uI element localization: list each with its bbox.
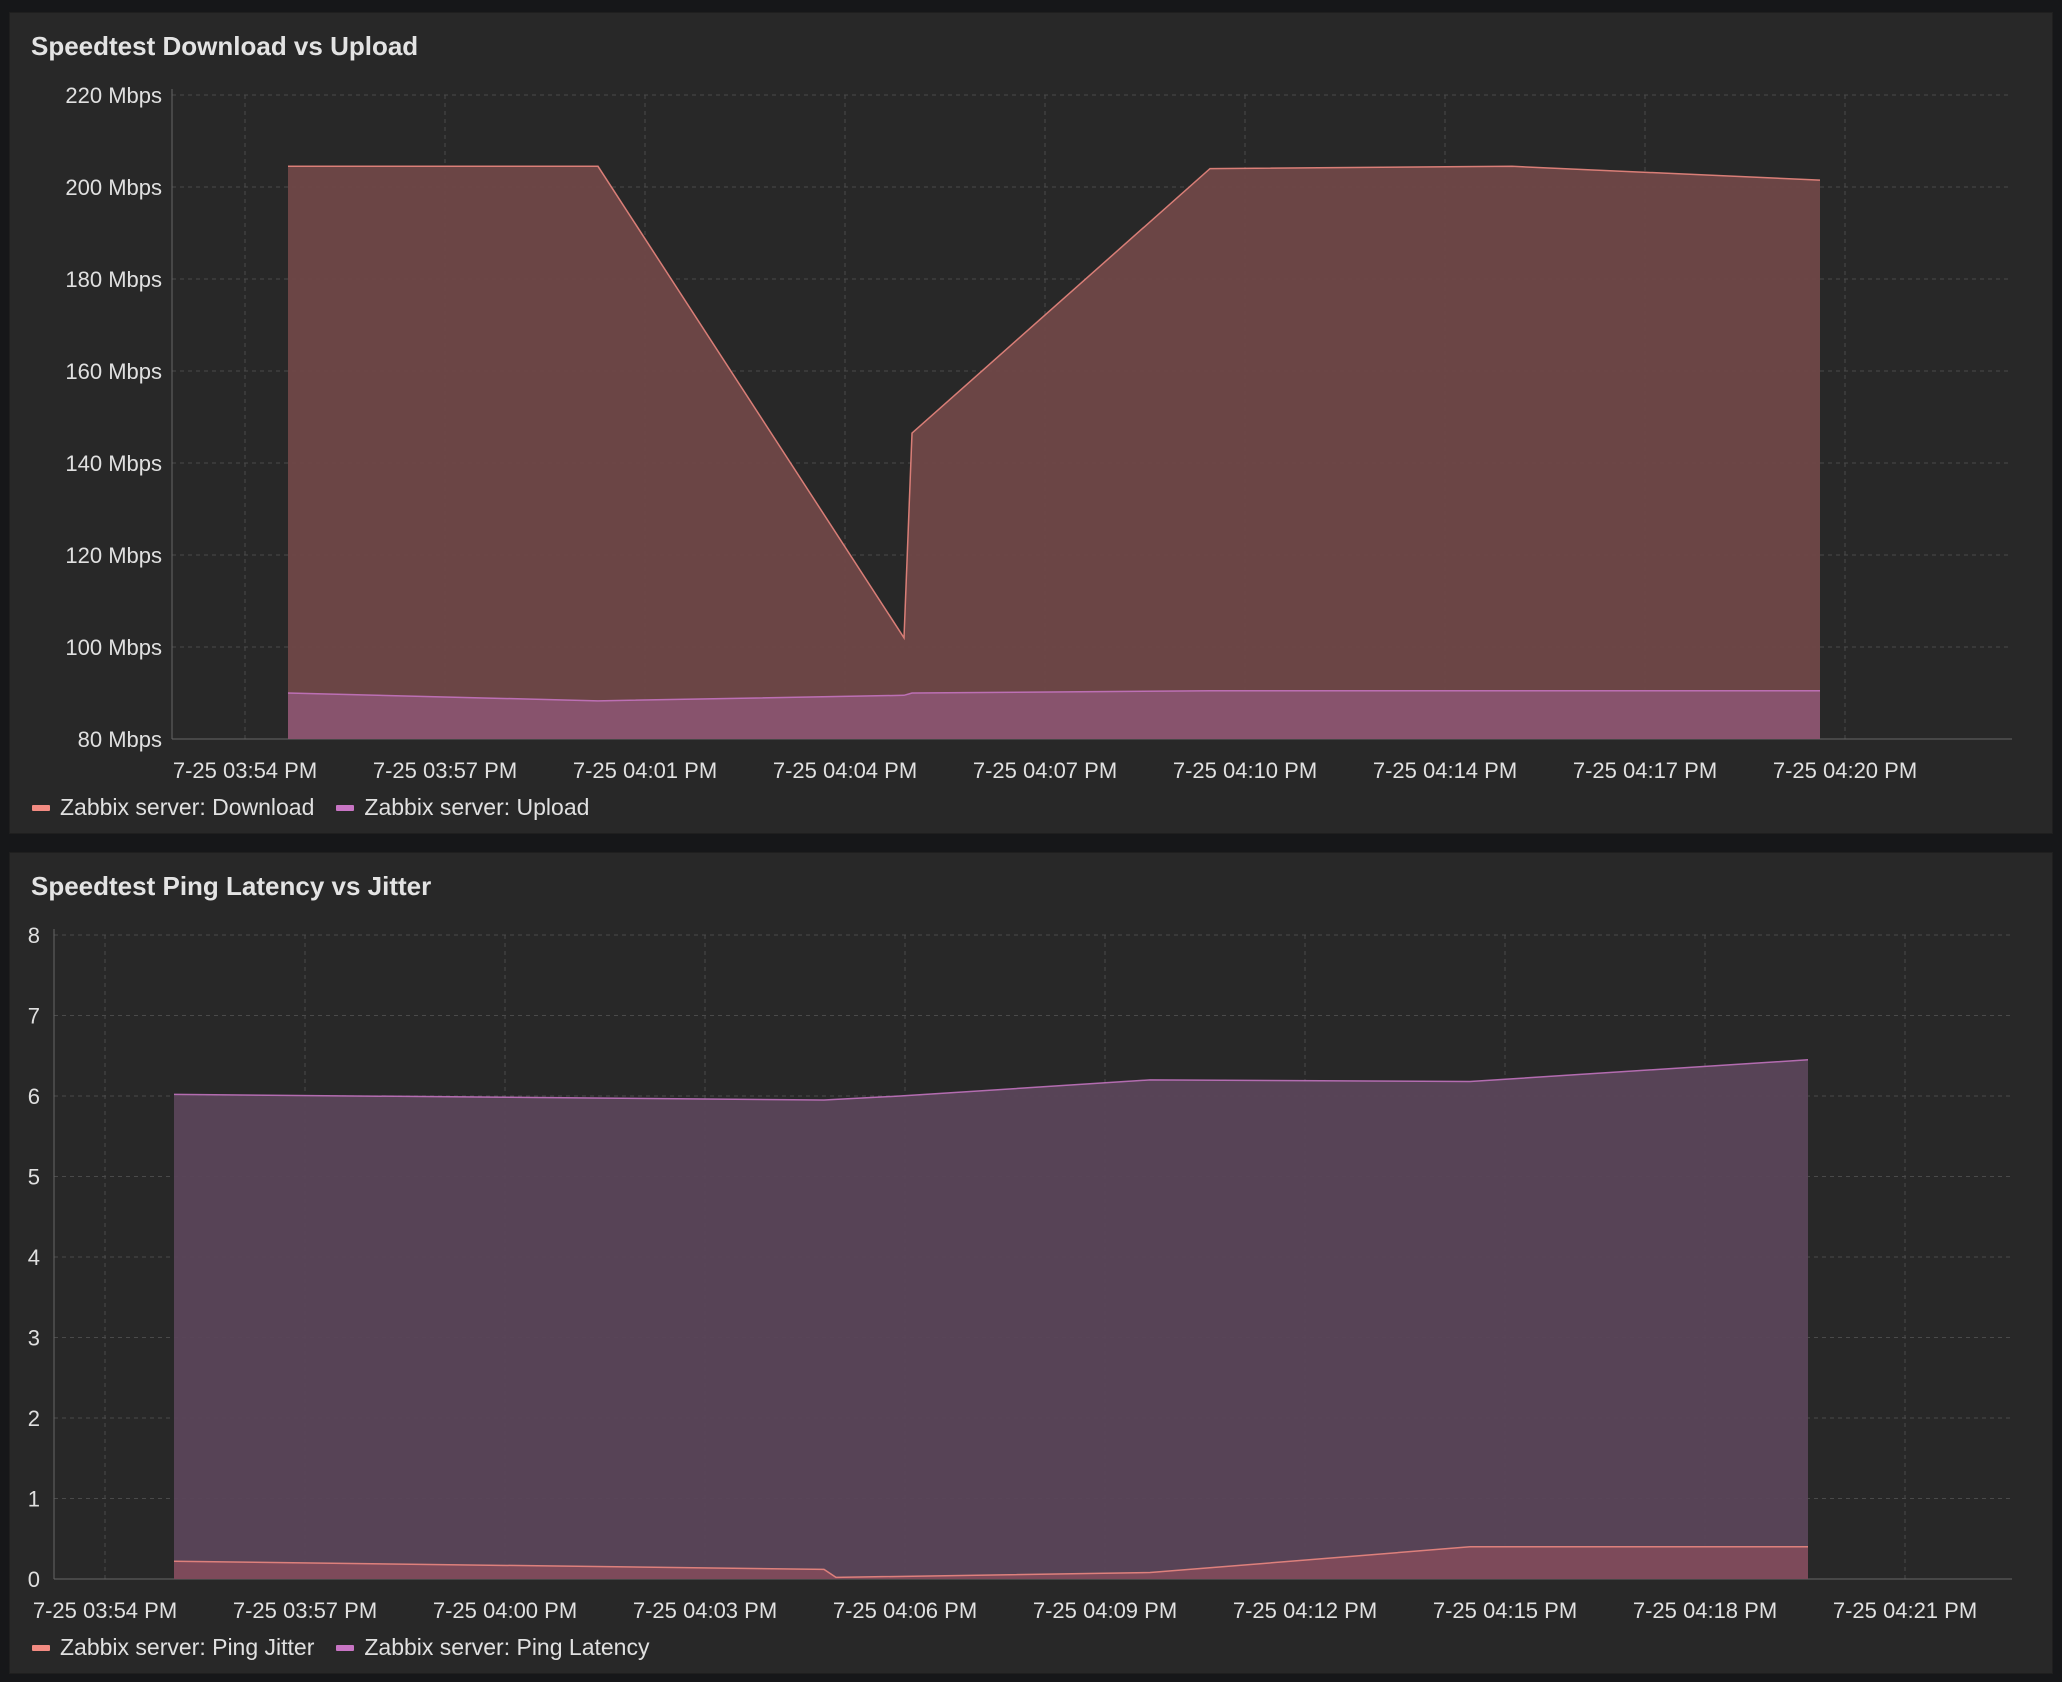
x-tick-label: 7-25 04:00 PM [433,1598,577,1623]
y-tick-label: 140 Mbps [65,451,162,476]
x-tick-label: 7-25 04:01 PM [573,758,717,783]
series-area-1 [174,1059,1808,1579]
x-tick-label: 7-25 03:57 PM [233,1598,377,1623]
x-tick-label: 7-25 03:57 PM [373,758,517,783]
x-tick-label: 7-25 04:10 PM [1173,758,1317,783]
legend-label: Zabbix server: Ping Jitter [60,1634,315,1660]
y-tick-label: 120 Mbps [65,543,162,568]
x-tick-label: 7-25 03:54 PM [33,1598,177,1623]
y-tick-label: 3 [28,1326,40,1351]
series-area-0 [288,166,1820,740]
ping-latency-jitter-panel: Speedtest Ping Latency vs Jitter 0123456… [9,852,2053,1674]
y-tick-label: 200 Mbps [65,175,162,200]
legend-swatch [32,804,50,811]
y-tick-label: 4 [28,1245,40,1270]
y-tick-label: 5 [28,1165,40,1190]
legend-swatch [32,1644,50,1651]
x-tick-label: 7-25 04:04 PM [773,758,917,783]
legend-item-ping-jitter[interactable]: Zabbix server: Ping Jitter [32,1634,314,1661]
y-tick-label: 100 Mbps [65,635,162,660]
chart-legend: Zabbix server: Ping Jitter Zabbix server… [32,1634,649,1661]
legend-item-ping-latency[interactable]: Zabbix server: Ping Latency [336,1634,649,1661]
y-tick-label: 7 [28,1004,40,1029]
x-tick-label: 7-25 04:07 PM [973,758,1117,783]
x-tick-label: 7-25 04:20 PM [1773,758,1917,783]
y-tick-label: 8 [28,923,40,948]
y-tick-label: 80 Mbps [78,727,162,752]
y-tick-label: 1 [28,1487,40,1512]
y-tick-label: 0 [28,1567,40,1592]
x-tick-label: 7-25 04:21 PM [1833,1598,1977,1623]
x-tick-label: 7-25 04:03 PM [633,1598,777,1623]
legend-item-upload[interactable]: Zabbix server: Upload [336,794,589,821]
y-tick-label: 180 Mbps [65,267,162,292]
x-tick-label: 7-25 04:14 PM [1373,758,1517,783]
x-tick-label: 7-25 04:17 PM [1573,758,1717,783]
download-upload-panel: Speedtest Download vs Upload 80 Mbps 100 … [9,12,2053,834]
legend-item-download[interactable]: Zabbix server: Download [32,794,314,821]
chart-legend: Zabbix server: Download Zabbix server: U… [32,794,589,821]
x-tick-label: 7-25 04:06 PM [833,1598,977,1623]
legend-label: Zabbix server: Ping Latency [364,1634,650,1660]
y-tick-label: 2 [28,1406,40,1431]
legend-label: Zabbix server: Download [60,794,315,820]
y-tick-label: 6 [28,1084,40,1109]
x-tick-label: 7-25 04:15 PM [1433,1598,1577,1623]
legend-swatch [336,1644,355,1651]
x-tick-label: 7-25 04:12 PM [1233,1598,1377,1623]
x-tick-label: 7-25 04:09 PM [1033,1598,1177,1623]
x-tick-label: 7-25 04:18 PM [1633,1598,1777,1623]
ping-latency-jitter-chart: 0 1 2 3 4 5 6 7 8 7-25 03:54 PM 7-25 03:57 PM 7-25 … [28,923,2012,1623]
y-tick-label: 220 Mbps [65,83,162,108]
x-tick-label: 7-25 03:54 PM [173,758,317,783]
download-upload-chart: 80 Mbps 100 Mbps 120 Mbps 140 Mbps 160 Mbps 1… [65,83,2012,783]
y-tick-label: 160 Mbps [65,359,162,384]
legend-swatch [336,804,355,811]
legend-label: Zabbix server: Upload [364,794,590,820]
